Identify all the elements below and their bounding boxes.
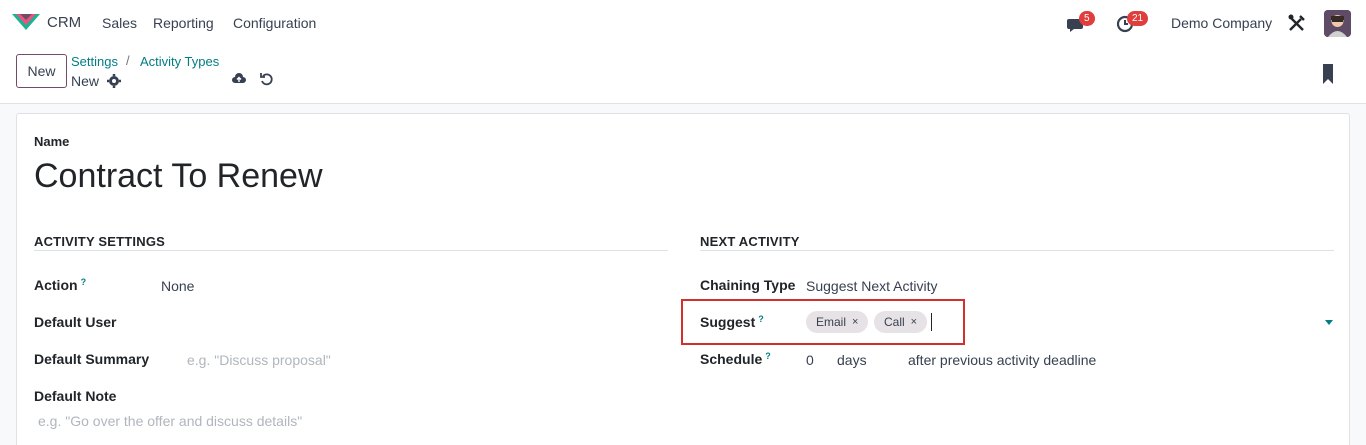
form-sheet: Name Contract To Renew ACTIVITY SETTINGS…: [16, 113, 1350, 445]
debug-tools-icon[interactable]: [1287, 13, 1307, 33]
breadcrumb-settings[interactable]: Settings: [71, 54, 118, 69]
menu-reporting[interactable]: Reporting: [153, 15, 214, 31]
action-select[interactable]: None: [161, 278, 194, 294]
default-note-label: Default Note: [34, 388, 117, 404]
default-summary-input[interactable]: e.g. "Discuss proposal": [187, 352, 331, 368]
schedule-label: Schedule?: [700, 351, 771, 367]
next-activity-title: NEXT ACTIVITY: [700, 234, 800, 249]
action-label: Action?: [34, 277, 87, 293]
breadcrumb-activity-types[interactable]: Activity Types: [140, 54, 219, 69]
activity-settings-title: ACTIVITY SETTINGS: [34, 234, 166, 249]
schedule-reference-select[interactable]: after previous activity deadline: [908, 352, 1096, 368]
menu-sales[interactable]: Sales: [102, 15, 137, 31]
schedule-help-icon[interactable]: ?: [765, 351, 771, 361]
breadcrumb-separator: /: [126, 53, 130, 68]
user-avatar[interactable]: [1324, 10, 1351, 37]
control-panel: New Settings / Activity Types New: [0, 46, 1366, 104]
top-navbar: CRM Sales Reporting Configuration 5 21 D…: [0, 0, 1366, 46]
new-record-button[interactable]: New: [16, 54, 67, 88]
name-label: Name: [34, 134, 70, 149]
gear-icon[interactable]: [106, 73, 122, 89]
section-divider: [700, 250, 1334, 251]
name-input[interactable]: Contract To Renew: [34, 157, 323, 196]
app-name[interactable]: CRM: [47, 14, 81, 31]
default-user-field[interactable]: [161, 310, 668, 332]
action-help-icon[interactable]: ?: [81, 277, 87, 287]
schedule-delay-input[interactable]: 0: [806, 352, 814, 368]
save-cloud-icon[interactable]: [231, 71, 247, 87]
crm-logo-icon[interactable]: [12, 12, 40, 32]
schedule-unit-select[interactable]: days: [837, 352, 867, 368]
discard-undo-icon[interactable]: [259, 71, 275, 87]
chaining-type-label: Chaining Type: [700, 277, 796, 293]
default-user-label: Default User: [34, 314, 117, 330]
messages-badge: 5: [1079, 11, 1095, 26]
default-summary-label: Default Summary: [34, 351, 150, 367]
activities-badge: 21: [1127, 11, 1149, 26]
section-divider: [34, 250, 668, 251]
company-switcher[interactable]: Demo Company: [1171, 15, 1272, 31]
annotation-highlight-box: [681, 299, 965, 345]
bookmark-icon[interactable]: [1321, 64, 1335, 84]
record-name: New: [71, 73, 100, 89]
menu-configuration[interactable]: Configuration: [233, 15, 316, 31]
default-note-input[interactable]: e.g. "Go over the offer and discuss deta…: [38, 413, 302, 429]
chaining-type-select[interactable]: Suggest Next Activity: [806, 278, 938, 294]
dropdown-caret-icon[interactable]: [1325, 320, 1333, 325]
